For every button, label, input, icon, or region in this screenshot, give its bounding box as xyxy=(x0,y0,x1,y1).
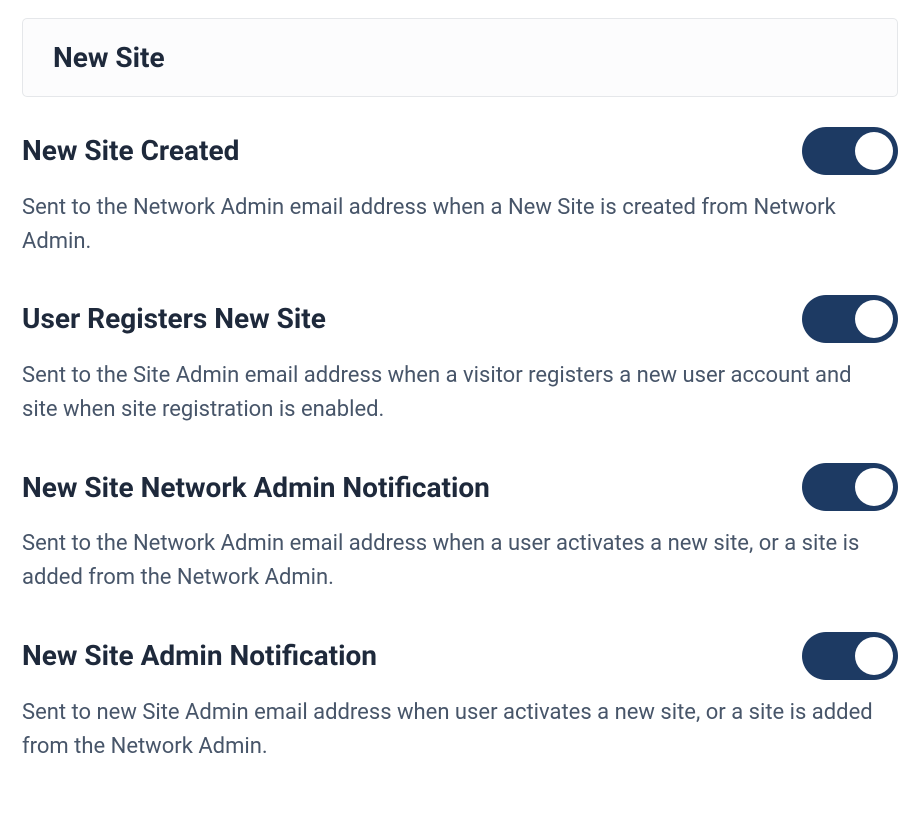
toggle-knob xyxy=(855,468,893,506)
toggle-user-registers-new-site[interactable] xyxy=(802,295,898,343)
setting-head: New Site Created xyxy=(22,127,898,175)
toggle-knob xyxy=(855,300,893,338)
setting-new-site-admin-notification: New Site Admin Notification Sent to new … xyxy=(22,632,898,764)
toggle-new-site-admin-notification[interactable] xyxy=(802,632,898,680)
setting-title: User Registers New Site xyxy=(22,302,326,336)
setting-description: Sent to the Site Admin email address whe… xyxy=(22,359,882,427)
setting-user-registers-new-site: User Registers New Site Sent to the Site… xyxy=(22,295,898,427)
setting-new-site-network-admin-notification: New Site Network Admin Notification Sent… xyxy=(22,463,898,595)
setting-head: User Registers New Site xyxy=(22,295,898,343)
toggle-new-site-created[interactable] xyxy=(802,127,898,175)
setting-description: Sent to the Network Admin email address … xyxy=(22,527,882,595)
section-header: New Site xyxy=(22,18,898,97)
settings-page: New Site New Site Created Sent to the Ne… xyxy=(0,0,920,830)
toggle-knob xyxy=(855,637,893,675)
setting-description: Sent to the Network Admin email address … xyxy=(22,191,882,259)
setting-title: New Site Network Admin Notification xyxy=(22,471,490,505)
setting-description: Sent to new Site Admin email address whe… xyxy=(22,696,882,764)
toggle-new-site-network-admin-notification[interactable] xyxy=(802,463,898,511)
setting-head: New Site Admin Notification xyxy=(22,632,898,680)
section-title: New Site xyxy=(53,41,867,74)
setting-head: New Site Network Admin Notification xyxy=(22,463,898,511)
setting-title: New Site Admin Notification xyxy=(22,639,377,673)
setting-title: New Site Created xyxy=(22,134,239,168)
toggle-knob xyxy=(855,132,893,170)
setting-new-site-created: New Site Created Sent to the Network Adm… xyxy=(22,127,898,259)
